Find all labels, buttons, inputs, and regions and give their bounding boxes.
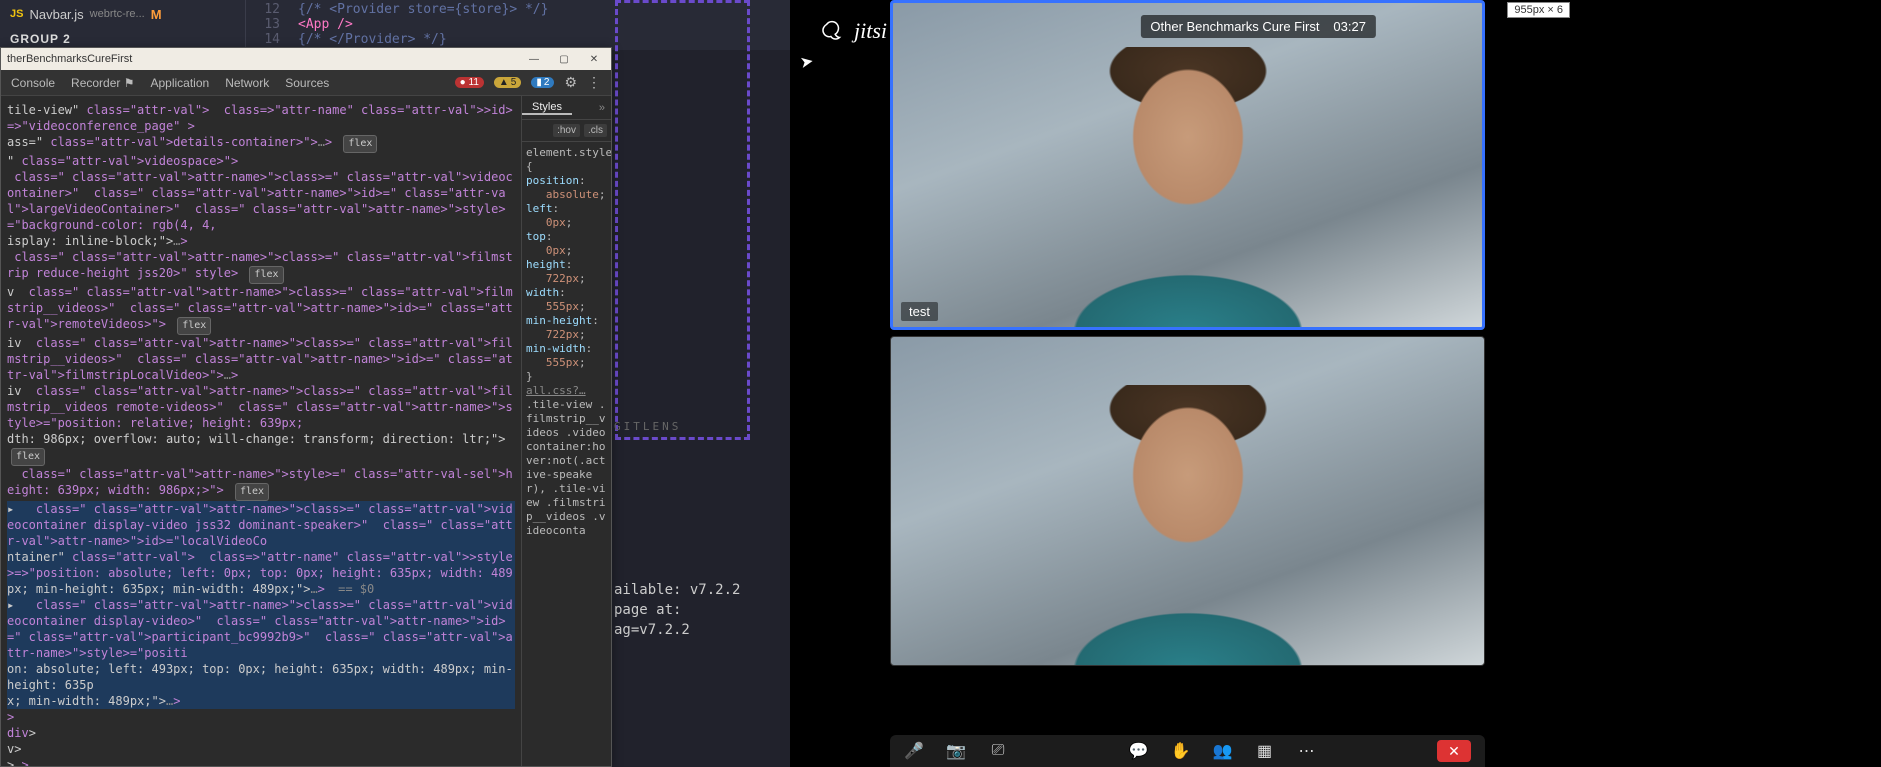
devtools-tabbar: Console Recorder ⚑ Application Network S… bbox=[1, 70, 611, 96]
participant-name-label: test bbox=[901, 302, 938, 321]
editor-group-label: GROUP 2 bbox=[10, 32, 71, 46]
devtools-title: therBenchmarksCureFirst bbox=[7, 53, 132, 65]
styles-tab[interactable]: Styles bbox=[522, 101, 572, 115]
editor-tab-dirty-indicator: M bbox=[151, 7, 162, 22]
devtools-titlebar[interactable]: therBenchmarksCureFirst — ▢ ✕ bbox=[1, 48, 611, 70]
styles-rules[interactable]: element.style {position: absolute;left: … bbox=[522, 142, 611, 766]
window-close-button[interactable]: ✕ bbox=[579, 48, 609, 70]
styles-panel[interactable]: Styles » :hov .cls element.style {positi… bbox=[521, 96, 611, 766]
devtools-tab-console[interactable]: Console bbox=[11, 76, 55, 90]
styles-more-icon[interactable]: » bbox=[599, 102, 611, 114]
gitlens-label: GITLENS bbox=[614, 420, 784, 433]
microphone-icon[interactable]: 🎤 bbox=[904, 741, 924, 761]
devtools-tab-recorder[interactable]: Recorder ⚑ bbox=[71, 76, 134, 90]
window-minimize-button[interactable]: — bbox=[519, 48, 549, 70]
devtools-tab-network[interactable]: Network bbox=[225, 76, 269, 90]
camera-icon[interactable]: 📷 bbox=[946, 741, 966, 761]
editor-tab-project: webrtc-re... bbox=[90, 8, 145, 20]
elements-panel[interactable]: tile-view" class="attr-val"> class=>"att… bbox=[1, 96, 521, 766]
info-count-badge[interactable]: ▮ 2 bbox=[531, 77, 554, 88]
jitsi-brand-text: jitsi bbox=[854, 18, 887, 44]
editor-tab-filename: Navbar.js bbox=[29, 7, 83, 22]
participant-video-placeholder bbox=[1068, 47, 1308, 330]
error-count-badge[interactable]: ● 11 bbox=[455, 77, 484, 88]
window-maximize-button[interactable]: ▢ bbox=[549, 48, 579, 70]
editor-file-tab[interactable]: JS Navbar.js webrtc-re... M bbox=[10, 7, 162, 22]
devtools-window: therBenchmarksCureFirst — ▢ ✕ Console Re… bbox=[0, 47, 612, 767]
jitsi-logo: jitsi bbox=[820, 18, 887, 44]
more-actions-icon[interactable]: ⋯ bbox=[1297, 741, 1317, 761]
warning-count-badge[interactable]: ▲ 5 bbox=[494, 77, 521, 88]
meeting-name-label: Other Benchmarks Cure First bbox=[1150, 19, 1319, 34]
terminal-output-peek: ailable: v7.2.2 page at: ag=v7.2.2 bbox=[614, 580, 740, 640]
raise-hand-icon[interactable]: ✋ bbox=[1171, 741, 1191, 761]
more-icon[interactable]: ⋮ bbox=[587, 74, 601, 91]
inspected-element-highlight bbox=[615, 0, 750, 440]
jitsi-logo-icon bbox=[820, 18, 846, 44]
hov-toggle[interactable]: :hov bbox=[553, 124, 580, 137]
video-tile-secondary[interactable] bbox=[890, 336, 1485, 666]
jitsi-toolbar: 🎤 📷 ⎚ 💬 ✋ 👥 ▦ ⋯ ✕ bbox=[890, 735, 1485, 767]
video-tile-primary[interactable]: Other Benchmarks Cure First 03:27 test bbox=[890, 0, 1485, 330]
js-icon: JS bbox=[10, 8, 23, 20]
gear-icon[interactable]: ⚙ bbox=[564, 74, 577, 91]
participant-video-placeholder bbox=[1068, 385, 1308, 666]
editor-and-devtools-zone: JS Navbar.js webrtc-re... M GROUP 2 12{/… bbox=[0, 0, 790, 767]
hangup-button[interactable]: ✕ bbox=[1437, 740, 1471, 762]
meeting-timer: 03:27 bbox=[1333, 19, 1366, 34]
chat-icon[interactable]: 💬 bbox=[1129, 741, 1149, 761]
jitsi-zone: jitsi ➤ Other Benchmarks Cure First 03:2… bbox=[790, 0, 1881, 767]
meeting-info-overlay: Other Benchmarks Cure First 03:27 bbox=[1140, 15, 1376, 38]
devtools-tab-application[interactable]: Application bbox=[150, 76, 209, 90]
devtools-tab-sources[interactable]: Sources bbox=[285, 76, 329, 90]
dimension-tooltip: 955px × 6 bbox=[1507, 2, 1570, 18]
tile-view-icon[interactable]: ▦ bbox=[1255, 741, 1275, 761]
participants-icon[interactable]: 👥 bbox=[1213, 741, 1233, 761]
share-screen-icon[interactable]: ⎚ bbox=[988, 741, 1008, 761]
cls-toggle[interactable]: .cls bbox=[584, 124, 607, 137]
mouse-cursor-icon: ➤ bbox=[798, 51, 815, 73]
